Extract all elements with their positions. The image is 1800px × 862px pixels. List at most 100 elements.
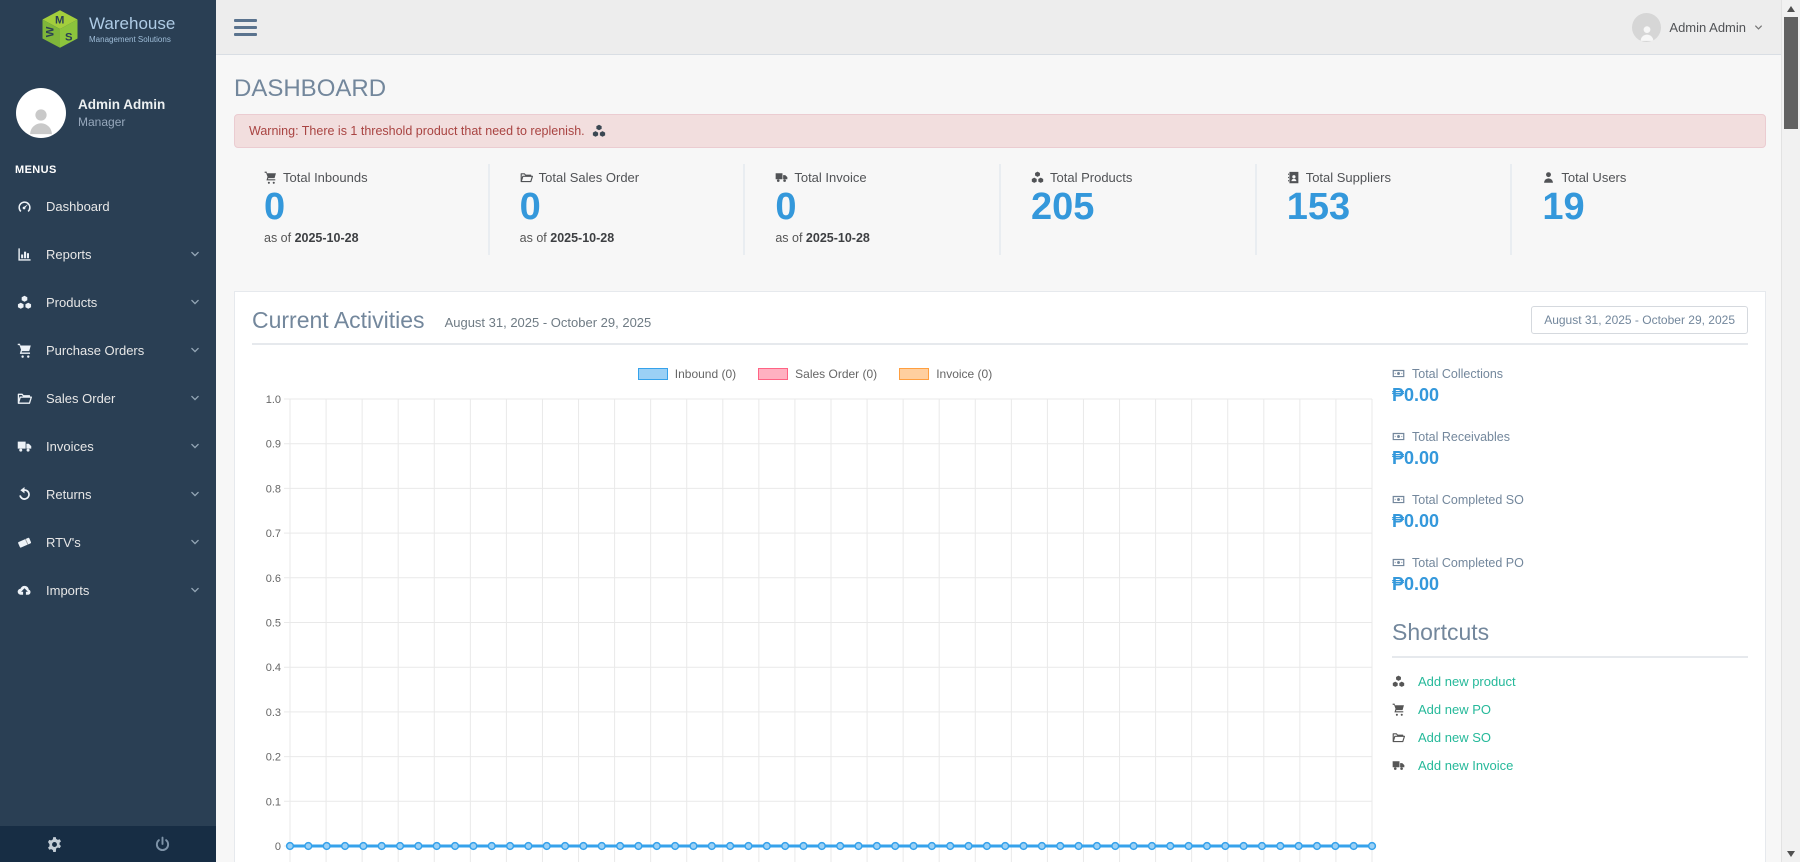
sidebar-item-products[interactable]: Products xyxy=(0,278,216,326)
stat-label-text: Total Invoice xyxy=(794,170,867,185)
app-root: W M S Warehouse Management Solutions Adm… xyxy=(0,0,1800,862)
data-point xyxy=(1001,841,1010,850)
data-point xyxy=(1037,841,1047,850)
legend-label: Invoice (0) xyxy=(936,366,993,381)
shortcut-add-new-invoice[interactable]: Add new Invoice xyxy=(1392,758,1748,773)
svg-text:S: S xyxy=(65,31,73,43)
shortcut-add-new-po[interactable]: Add new PO xyxy=(1392,702,1748,717)
sidebar-item-label: Purchase Orders xyxy=(46,342,145,358)
scrollbar-thumb[interactable] xyxy=(1784,17,1798,129)
truck-icon xyxy=(17,439,36,454)
data-point xyxy=(395,841,405,850)
legend-item-sales-order[interactable]: Sales Order (0) xyxy=(758,367,877,381)
y-axis-tick: 0.5 xyxy=(266,617,281,629)
topbar-avatar xyxy=(1632,12,1662,42)
scroll-down-icon[interactable] xyxy=(1782,845,1800,862)
brand[interactable]: W M S Warehouse Management Solutions xyxy=(0,0,216,58)
menu-toggle-icon[interactable] xyxy=(230,15,261,40)
user-dropdown[interactable]: Admin Admin xyxy=(1632,12,1763,42)
y-axis-tick: 0 xyxy=(275,841,281,853)
chevron-down-icon xyxy=(190,249,200,259)
data-point xyxy=(670,841,680,850)
stat-value: 205 xyxy=(1031,186,1095,228)
logout-button[interactable] xyxy=(108,826,216,862)
avatar xyxy=(16,88,66,138)
data-point xyxy=(414,841,423,850)
date-range-picker[interactable]: August 31, 2025 - October 29, 2025 xyxy=(1531,305,1748,334)
scroll-up-icon[interactable] xyxy=(1782,0,1800,17)
stat-value: 153 xyxy=(1286,186,1351,228)
data-point xyxy=(1239,841,1248,850)
sidebar-item-dashboard[interactable]: Dashboard xyxy=(0,182,216,230)
chevron-down-icon xyxy=(190,489,200,499)
data-point xyxy=(524,841,533,850)
activities-chart[interactable]: 1.0 0.9 0.8 0.7 0.6 0.5 0.4 0.3 0.2 0.1 0 xyxy=(252,391,1378,862)
y-axis-tick: 0.8 xyxy=(266,483,281,495)
stat-total-invoice: Total Invoice 0 as of 2025-10-28 xyxy=(743,164,999,255)
sidebar-footer xyxy=(0,826,216,862)
sidebar-item-label: Sales Order xyxy=(46,390,116,406)
stat-label: Total Sales Order xyxy=(520,170,734,185)
stat-label: Total Invoice xyxy=(775,170,989,185)
summary-label: Total Completed SO xyxy=(1392,493,1748,507)
sidebar-item-label: RTV's xyxy=(46,534,81,550)
panel-header: Current Activities August 31, 2025 - Oct… xyxy=(252,302,1748,334)
cubes-icon xyxy=(1031,171,1044,184)
stat-label: Total Products xyxy=(1031,170,1245,185)
stat-value: 0 xyxy=(264,186,286,228)
data-point xyxy=(1184,841,1193,850)
shortcut-add-new-product[interactable]: Add new product xyxy=(1392,674,1748,689)
data-point xyxy=(854,841,863,850)
cubes-icon xyxy=(1392,675,1408,688)
sidebar-item-invoices[interactable]: Invoices xyxy=(0,422,216,470)
data-point xyxy=(359,841,368,850)
y-axis-tick: 0.7 xyxy=(266,528,281,540)
data-point xyxy=(615,841,625,850)
power-icon xyxy=(154,836,171,853)
shortcuts-list: Add new product Add new PO Add new SO Add n… xyxy=(1392,674,1748,773)
data-point xyxy=(1276,841,1285,850)
sidebar-item-rtv-s[interactable]: RTV's xyxy=(0,518,216,566)
sidebar-menu: Dashboard Reports Products Purchase Orders S… xyxy=(0,182,216,614)
profile-name: Admin Admin xyxy=(78,97,166,112)
legend-item-inbound[interactable]: Inbound (0) xyxy=(637,367,736,381)
sidebar-item-purchase-orders[interactable]: Purchase Orders xyxy=(0,326,216,374)
data-point xyxy=(781,841,790,850)
page-scrollbar[interactable] xyxy=(1781,0,1800,862)
data-point xyxy=(1111,841,1120,850)
legend-item-invoice[interactable]: Invoice (0) xyxy=(899,367,992,381)
chart-column: Inbound (0) Sales Order (0) Invoice (0) 1.… xyxy=(252,353,1378,862)
sidebar: W M S Warehouse Management Solutions Adm… xyxy=(0,0,216,862)
sidebar-item-reports[interactable]: Reports xyxy=(0,230,216,278)
topbar-user-name: Admin Admin xyxy=(1669,19,1746,35)
sidebar-item-imports[interactable]: Imports xyxy=(0,566,216,614)
stat-note: as of 2025-10-28 xyxy=(775,230,870,245)
main-content: DASHBOARD Warning: There is 1 threshold … xyxy=(216,56,1781,862)
data-point xyxy=(505,841,515,850)
data-point xyxy=(560,841,570,850)
chevron-down-icon xyxy=(190,393,200,403)
data-point xyxy=(1166,841,1175,850)
chevron-down-icon xyxy=(190,537,200,547)
svg-text:M: M xyxy=(55,15,64,27)
data-point xyxy=(817,841,826,850)
sidebar-item-label: Invoices xyxy=(46,438,94,454)
data-point xyxy=(872,841,881,850)
stat-total-sales-order: Total Sales Order 0 as of 2025-10-28 xyxy=(487,164,744,255)
summary-label-text: Total Completed PO xyxy=(1412,555,1524,570)
stat-value: 19 xyxy=(1542,186,1585,228)
data-point xyxy=(652,841,661,850)
sidebar-item-label: Returns xyxy=(46,486,92,502)
data-point xyxy=(1257,841,1267,850)
summary-total-receivables: Total Receivables ₱0.00 xyxy=(1392,430,1748,469)
chart-canvas[interactable]: 1.0 0.9 0.8 0.7 0.6 0.5 0.4 0.3 0.2 0.1 0 xyxy=(252,391,1378,862)
summary-label-text: Total Completed SO xyxy=(1412,492,1524,507)
data-point xyxy=(982,841,992,850)
user-icon xyxy=(1542,171,1555,184)
money-bill-icon xyxy=(1392,367,1405,380)
profile-text: Admin Admin Manager xyxy=(78,97,165,129)
settings-button[interactable] xyxy=(0,826,108,862)
shortcut-add-new-so[interactable]: Add new SO xyxy=(1392,730,1748,745)
sidebar-item-returns[interactable]: Returns xyxy=(0,470,216,518)
sidebar-item-sales-order[interactable]: Sales Order xyxy=(0,374,216,422)
